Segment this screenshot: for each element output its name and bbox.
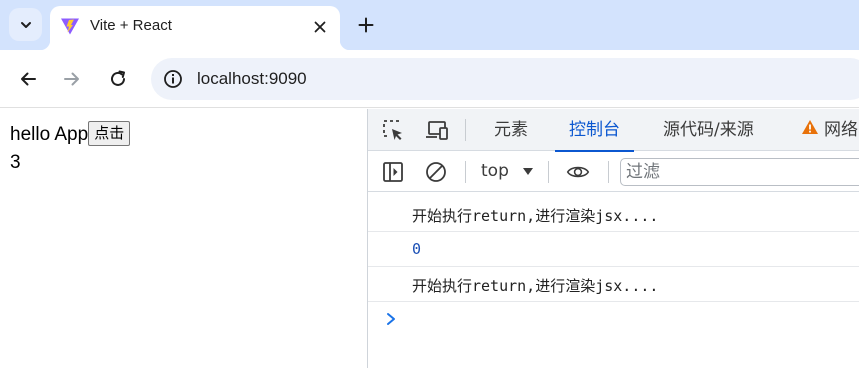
forward-button[interactable]	[60, 67, 84, 91]
divider	[465, 161, 466, 183]
console-output: 开始执行return,进行渲染jsx.... 0 开始执行return,进行渲染…	[368, 193, 859, 368]
plus-icon	[358, 17, 374, 33]
reload-button[interactable]	[106, 67, 130, 91]
tab-console[interactable]: 控制台	[555, 109, 634, 152]
chevron-down-icon	[20, 21, 31, 28]
tab-label: 网络	[824, 120, 858, 140]
close-icon	[314, 21, 326, 33]
address-bar[interactable]: localhost:9090	[151, 58, 859, 100]
console-message-text: 开始执行return,进行渲染jsx....	[412, 207, 659, 225]
info-icon[interactable]	[163, 69, 183, 89]
tab-network[interactable]: 网络	[801, 109, 858, 151]
back-button[interactable]	[16, 67, 40, 91]
tab-sources[interactable]: 源代码/来源	[663, 109, 754, 151]
arrow-left-icon	[21, 72, 36, 86]
count-value: 3	[10, 152, 21, 173]
divider	[548, 161, 549, 183]
divider	[465, 119, 466, 141]
tab-search-button[interactable]	[9, 8, 42, 41]
filter-input[interactable]	[621, 159, 859, 185]
live-expression-button[interactable]	[566, 160, 590, 184]
inspect-element-button[interactable]	[381, 118, 405, 142]
console-message-text: 开始执行return,进行渲染jsx....	[412, 277, 659, 295]
tab-label: 元素	[494, 120, 528, 140]
reload-icon	[111, 70, 125, 86]
click-button[interactable]: 点击	[88, 121, 131, 146]
console-message: 开始执行return,进行渲染jsx....	[368, 197, 859, 232]
filter-box[interactable]	[620, 158, 859, 186]
console-message: 开始执行return,进行渲染jsx....	[368, 267, 859, 302]
console-message: 0	[368, 232, 859, 267]
console-prompt-icon[interactable]	[385, 311, 397, 327]
arrow-right-icon	[64, 72, 79, 86]
block-icon	[426, 162, 446, 182]
tab-title: Vite + React	[90, 17, 172, 34]
context-selector[interactable]: top	[481, 161, 509, 181]
devtools-panel: 元素 控制台 源代码/来源 网络 top 过滤 开始执行return,进行渲染j…	[367, 109, 859, 368]
hello-line: hello App 点击	[10, 121, 131, 146]
inspect-icon	[383, 120, 402, 140]
eye-icon	[566, 166, 590, 178]
clear-console-button[interactable]	[424, 160, 448, 184]
browser-toolbar: localhost:9090	[0, 50, 859, 108]
tab-label: 源代码/来源	[663, 120, 754, 140]
warning-icon	[802, 120, 818, 134]
tab-strip: Vite + React	[0, 0, 859, 50]
console-toolbar: top	[368, 152, 859, 192]
devtools-tab-bar: 元素 控制台 源代码/来源 网络	[368, 109, 859, 152]
page-viewport: hello App 点击 3	[0, 109, 367, 368]
address-url[interactable]: localhost:9090	[197, 69, 307, 89]
new-tab-button[interactable]	[354, 13, 378, 37]
tab-label: 控制台	[569, 120, 620, 140]
page-heading: hello App	[10, 124, 89, 145]
browser-tab[interactable]: Vite + React	[40, 6, 350, 50]
divider	[608, 161, 609, 183]
device-icon	[426, 121, 448, 140]
sidebar-toggle-button[interactable]	[381, 160, 405, 184]
sidebar-icon	[383, 162, 403, 182]
tab-close-button[interactable]	[309, 16, 331, 38]
vite-logo-icon	[61, 18, 79, 35]
console-message-text: 0	[412, 240, 422, 258]
device-toolbar-button[interactable]	[425, 118, 449, 142]
tab-elements[interactable]: 元素	[494, 109, 528, 151]
caret-down-icon[interactable]	[522, 166, 534, 178]
